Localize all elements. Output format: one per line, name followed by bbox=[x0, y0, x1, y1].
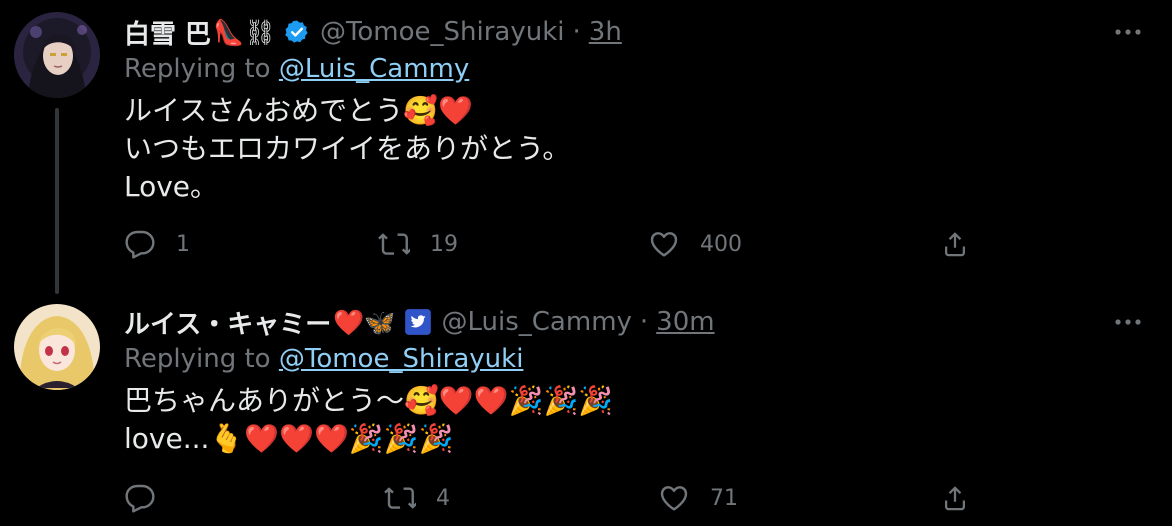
tweet[interactable]: 白雪 巴 👠⛓ @Tomoe_Shirayuki · 3h Replying t… bbox=[0, 0, 1172, 296]
reply-button[interactable]: 1 bbox=[124, 224, 190, 264]
like-count: 71 bbox=[710, 485, 738, 511]
twitter-bird-badge-icon[interactable] bbox=[404, 308, 432, 336]
action-bar: 1 19 400 bbox=[124, 224, 984, 264]
tweet[interactable]: ルイス・キャミー ❤️🦋 @Luis_Cammy · 30m Replying … bbox=[0, 296, 1172, 526]
action-bar: 4 71 bbox=[124, 478, 984, 518]
retweet-button[interactable]: 4 bbox=[382, 478, 450, 518]
retweet-button[interactable]: 19 bbox=[376, 224, 458, 264]
like-count: 400 bbox=[700, 231, 742, 257]
share-button[interactable] bbox=[940, 224, 970, 264]
separator-dot: · bbox=[572, 17, 581, 47]
more-options-icon[interactable] bbox=[1110, 20, 1146, 44]
replying-prefix: Replying to bbox=[124, 54, 279, 84]
mention-link[interactable]: @Luis_Cammy bbox=[279, 54, 469, 84]
tweet-text-line: ルイスさんおめでとう🥰❤️ bbox=[124, 94, 473, 127]
retweet-count: 4 bbox=[436, 485, 450, 511]
thread-line bbox=[55, 108, 59, 294]
mention-link[interactable]: @Tomoe_Shirayuki bbox=[279, 344, 524, 374]
tweet-text-line: 巴ちゃんありがとう〜🥰❤️❤️🎉🎉🎉 bbox=[124, 384, 614, 417]
user-handle[interactable]: @Tomoe_Shirayuki bbox=[320, 17, 565, 47]
tweet-text: 巴ちゃんありがとう〜🥰❤️❤️🎉🎉🎉 love...🫰❤️❤️❤️🎉🎉🎉 bbox=[124, 382, 613, 458]
retweet-icon bbox=[384, 487, 416, 509]
user-handle[interactable]: @Luis_Cammy bbox=[442, 307, 632, 337]
tweet-text: ルイスさんおめでとう🥰❤️ いつもエロカワイイをありがとう。 Love。 bbox=[124, 92, 570, 206]
avatar[interactable] bbox=[14, 12, 100, 98]
avatar[interactable] bbox=[14, 304, 100, 390]
replying-prefix: Replying to bbox=[124, 344, 279, 374]
verified-badge-icon[interactable] bbox=[284, 19, 310, 45]
tweet-header: 白雪 巴 👠⛓ @Tomoe_Shirayuki · 3h bbox=[124, 12, 622, 52]
tweet-text-line: Love。 bbox=[124, 170, 219, 203]
share-icon bbox=[945, 486, 965, 511]
retweet-count: 19 bbox=[430, 231, 458, 257]
timestamp-link[interactable]: 3h bbox=[589, 17, 622, 47]
reply-button[interactable] bbox=[124, 478, 176, 518]
like-button[interactable]: 71 bbox=[658, 478, 738, 518]
heart-icon bbox=[660, 486, 688, 511]
separator-dot: · bbox=[639, 307, 649, 337]
share-icon bbox=[945, 232, 965, 257]
retweet-icon bbox=[378, 233, 410, 255]
reply-count: 1 bbox=[176, 231, 190, 257]
display-name[interactable]: ルイス・キャミー bbox=[124, 304, 331, 341]
replying-to: Replying to @Luis_Cammy bbox=[124, 54, 469, 84]
like-button[interactable]: 400 bbox=[648, 224, 742, 264]
replying-to: Replying to @Tomoe_Shirayuki bbox=[124, 344, 523, 374]
share-button[interactable] bbox=[940, 478, 970, 518]
tweet-header: ルイス・キャミー ❤️🦋 @Luis_Cammy · 30m bbox=[124, 302, 715, 342]
timestamp-link[interactable]: 30m bbox=[656, 307, 714, 337]
display-name[interactable]: 白雪 巴 bbox=[124, 14, 211, 51]
heart-icon bbox=[650, 232, 678, 257]
reply-icon bbox=[125, 230, 155, 259]
name-emojis: 👠⛓ bbox=[213, 17, 276, 47]
reply-icon bbox=[125, 484, 155, 513]
tweet-text-line: いつもエロカワイイをありがとう。 bbox=[124, 132, 571, 165]
more-options-icon[interactable] bbox=[1110, 310, 1146, 334]
tweet-text-line: love...🫰❤️❤️❤️🎉🎉🎉 bbox=[124, 422, 454, 455]
name-emojis: ❤️🦋 bbox=[333, 307, 396, 337]
